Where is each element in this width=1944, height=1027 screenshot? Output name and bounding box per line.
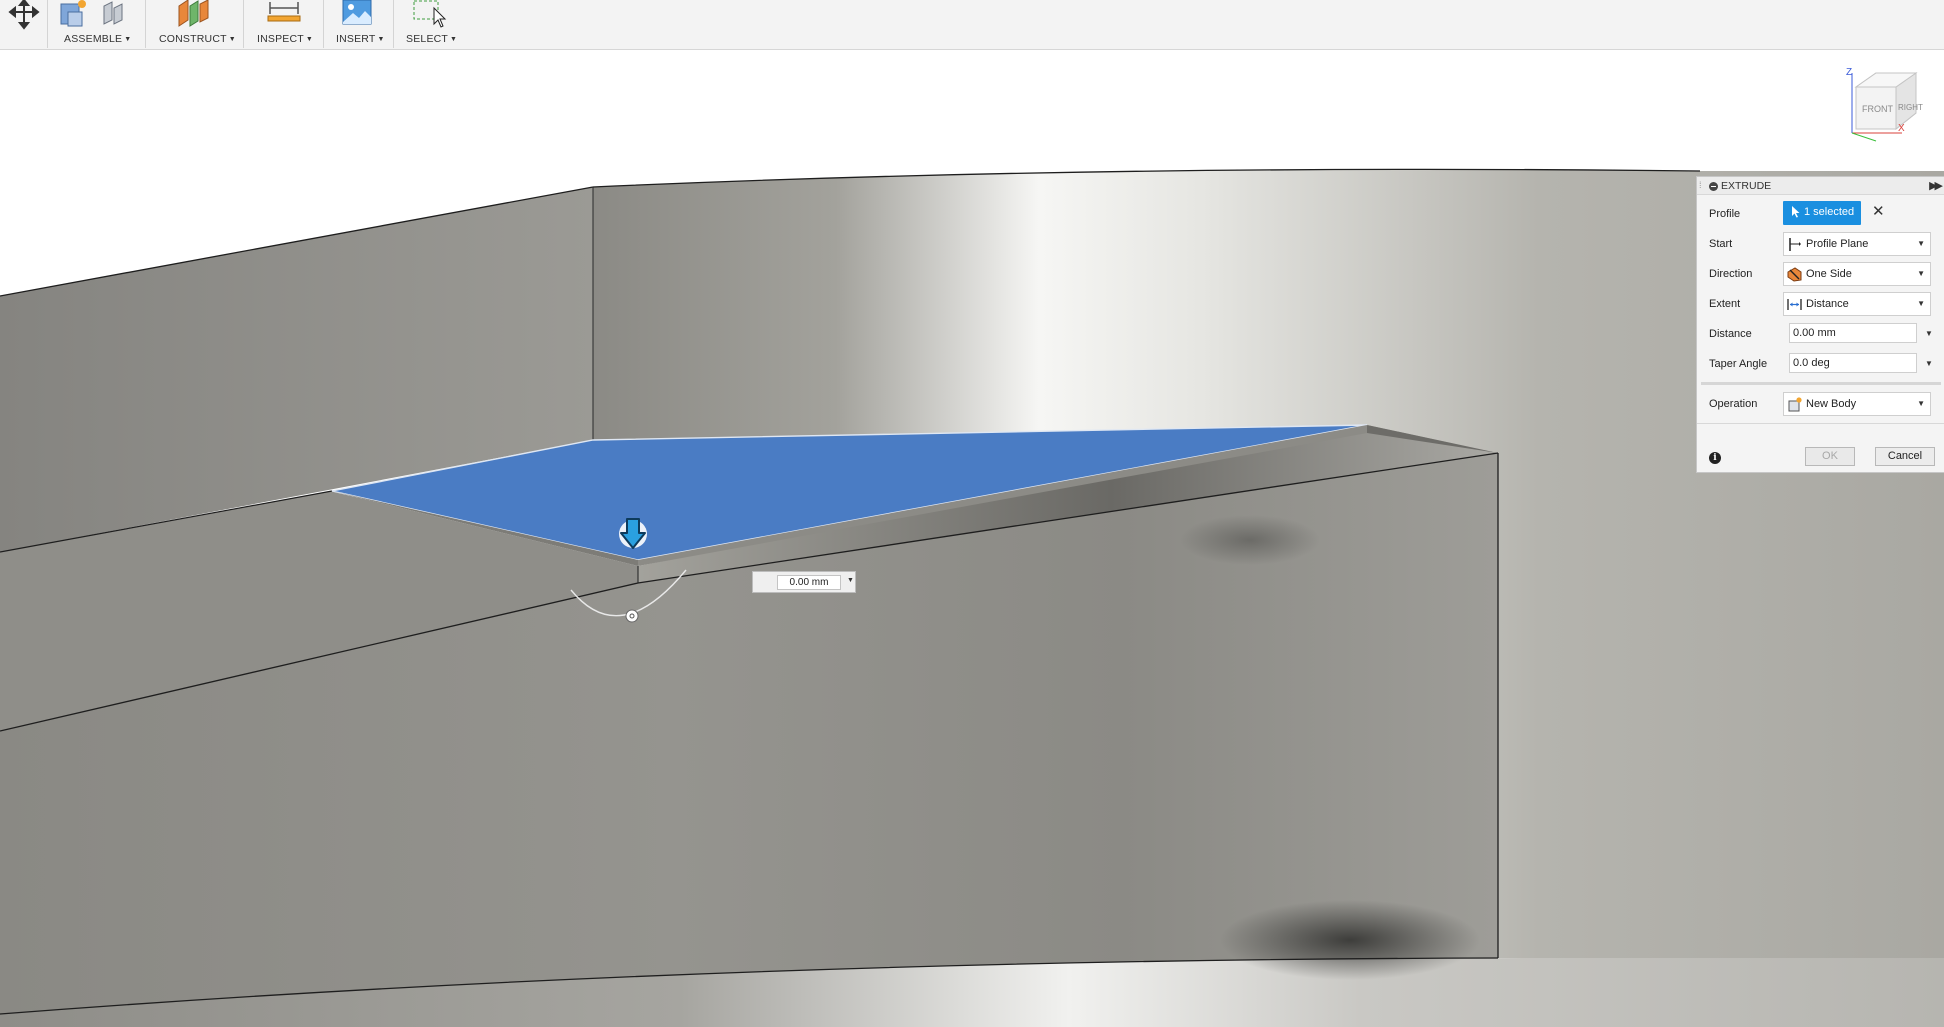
construct-menu-label[interactable]: CONSTRUCT ▼ <box>159 33 236 45</box>
profile-plane-icon <box>1789 238 1801 251</box>
one-side-icon <box>1787 267 1802 282</box>
select-menu-label[interactable]: SELECT ▼ <box>406 33 457 45</box>
new-body-icon <box>1788 397 1802 412</box>
drag-handle-icon[interactable]: ⁞ <box>1699 180 1702 190</box>
operation-label: Operation <box>1709 398 1758 410</box>
select-window-icon <box>413 0 447 28</box>
direction-dropdown[interactable]: One Side ▼ <box>1783 262 1931 286</box>
operation-dropdown[interactable]: New Body ▼ <box>1783 392 1931 416</box>
chevron-down-icon: ▼ <box>1917 269 1925 278</box>
measure-icon <box>267 2 301 22</box>
distance-manipulator-field[interactable]: 0.00 mm <box>777 575 841 590</box>
dialog-title: EXTRUDE <box>1721 180 1772 192</box>
extent-dropdown[interactable]: Distance ▼ <box>1783 292 1931 316</box>
extent-label: Extent <box>1709 298 1741 310</box>
toolbar-group-assemble[interactable]: ASSEMBLE ▼ <box>48 0 144 50</box>
collapse-icon[interactable] <box>1709 182 1718 191</box>
taper-handle <box>625 609 639 623</box>
distance-icon <box>1787 299 1802 310</box>
model-scene[interactable] <box>0 51 1944 1027</box>
inspect-menu-label[interactable]: INSPECT ▼ <box>257 33 313 45</box>
move-tool[interactable] <box>0 0 46 50</box>
chevron-down-icon[interactable]: ▼ <box>847 577 854 584</box>
distance-manipulator-input[interactable]: 0.00 mm ▼ <box>752 571 856 593</box>
section-divider <box>1701 382 1941 385</box>
construct-plane-icon <box>178 0 209 27</box>
toolbar-group-inspect[interactable]: INSPECT ▼ <box>244 0 322 50</box>
distance-field[interactable]: 0.00 mm <box>1789 323 1917 343</box>
start-label: Start <box>1709 238 1733 250</box>
3d-viewport[interactable]: FRONT RIGHT Z X 0.00 mm ▼ <box>0 51 1944 1027</box>
footer-divider <box>1697 423 1944 424</box>
taper-angle-label: Taper Angle <box>1709 358 1768 370</box>
expand-icon[interactable]: ▶▶ <box>1929 179 1943 192</box>
extrude-dialog-header[interactable]: ⁞ EXTRUDE ▶▶ <box>1697 177 1944 195</box>
taper-angle-field[interactable]: 0.0 deg <box>1789 353 1917 373</box>
profile-selection-button[interactable]: 1 selected <box>1783 201 1861 225</box>
toolbar: ASSEMBLE ▼ CONSTRUCT ▼ INSPECT ▼ INSERT ▼ <box>0 0 1944 50</box>
direction-label: Direction <box>1709 268 1753 280</box>
axis-x-label: X <box>1898 123 1905 134</box>
ok-button[interactable]: OK <box>1805 447 1855 466</box>
toolbar-group-construct[interactable]: CONSTRUCT ▼ <box>146 0 242 50</box>
insert-menu-label[interactable]: INSERT ▼ <box>336 33 385 45</box>
start-dropdown[interactable]: Profile Plane ▼ <box>1783 232 1931 256</box>
assemble-menu-label[interactable]: ASSEMBLE ▼ <box>64 33 131 45</box>
cancel-button[interactable]: Cancel <box>1875 447 1935 466</box>
insert-image-icon <box>342 0 372 25</box>
view-cube[interactable]: FRONT RIGHT Z X <box>1846 65 1926 145</box>
distance-label: Distance <box>1709 328 1752 340</box>
extrude-dialog: ⁞ EXTRUDE ▶▶ Profile 1 selected ✕ Start … <box>1696 176 1944 473</box>
clear-selection-icon[interactable]: ✕ <box>1872 202 1885 220</box>
info-icon[interactable]: i <box>1709 452 1721 464</box>
profile-label: Profile <box>1709 208 1741 220</box>
chevron-down-icon: ▼ <box>1917 399 1925 408</box>
cursor-icon <box>1792 206 1800 218</box>
assemble-icon <box>60 0 123 27</box>
chevron-down-icon[interactable]: ▼ <box>1925 329 1933 338</box>
viewcube-front-label: FRONT <box>1862 104 1893 114</box>
move-icon <box>8 0 40 30</box>
axis-z-label: Z <box>1846 67 1852 78</box>
chevron-down-icon: ▼ <box>1917 239 1925 248</box>
toolbar-group-select[interactable]: SELECT ▼ <box>394 0 462 50</box>
viewcube-right-label: RIGHT <box>1898 103 1923 112</box>
chevron-down-icon: ▼ <box>1917 299 1925 308</box>
toolbar-group-insert[interactable]: INSERT ▼ <box>324 0 392 50</box>
chevron-down-icon[interactable]: ▼ <box>1925 359 1933 368</box>
